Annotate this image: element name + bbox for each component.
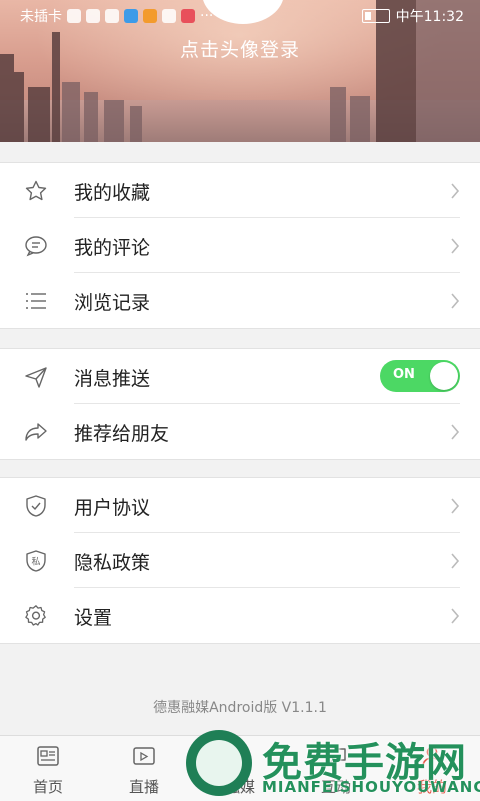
menu-item-label: 我的评论 bbox=[74, 237, 151, 259]
menu-item-privacy[interactable]: 私 隐私政策 bbox=[0, 533, 480, 588]
chevron-right-icon bbox=[451, 424, 460, 440]
toggle-state-label: ON bbox=[393, 367, 415, 382]
skyline-building bbox=[84, 92, 98, 142]
skyline-building bbox=[14, 72, 24, 142]
chevron-right-icon bbox=[451, 293, 460, 309]
app-version: 德惠融媒Android版 V1.1.1 bbox=[153, 700, 327, 716]
shield-check-icon bbox=[26, 495, 46, 517]
menu-item-label: 推荐给朋友 bbox=[74, 423, 170, 445]
tab-home[interactable]: 首页 bbox=[0, 736, 96, 801]
menu-item-comments[interactable]: 我的评论 bbox=[0, 218, 480, 273]
tab-label: 直播 bbox=[128, 778, 159, 796]
menu-item-label: 浏览记录 bbox=[74, 292, 151, 314]
menu-item-settings[interactable]: 设置 bbox=[0, 588, 480, 643]
tab-live[interactable]: 直播 bbox=[96, 736, 192, 801]
menu-item-push: 消息推送 ON bbox=[0, 349, 480, 404]
browser-notification-icon bbox=[124, 9, 138, 23]
app-notification-icon bbox=[105, 9, 119, 23]
push-toggle[interactable]: ON bbox=[380, 360, 460, 392]
more-notifications: ··· bbox=[200, 8, 214, 24]
toggle-knob bbox=[430, 362, 458, 390]
skyline-building bbox=[350, 96, 370, 142]
menu-item-favorites[interactable]: 我的收藏 bbox=[0, 163, 480, 218]
clock: 中午11:32 bbox=[395, 9, 464, 25]
skyline-building bbox=[130, 106, 142, 142]
calendar-notification-icon bbox=[181, 9, 195, 23]
video-icon bbox=[133, 747, 155, 765]
comment-icon bbox=[25, 236, 47, 257]
send-icon bbox=[25, 367, 47, 388]
watermark-subtitle: MIANFEISHOUYOUWANG bbox=[262, 778, 480, 796]
battery-icon bbox=[361, 9, 390, 23]
menu-item-history[interactable]: 浏览记录 bbox=[0, 273, 480, 328]
privacy-shield-icon: 私 bbox=[26, 550, 46, 572]
wifi-icon bbox=[86, 9, 100, 23]
skyline-building bbox=[0, 54, 14, 142]
menu-item-user-agreement[interactable]: 用户协议 bbox=[0, 478, 480, 533]
star-icon bbox=[25, 180, 47, 201]
chevron-right-icon bbox=[451, 238, 460, 254]
menu-item-label: 设置 bbox=[74, 607, 113, 629]
menu-group-settings: 用户协议 私 隐私政策 设置 bbox=[0, 477, 480, 644]
chevron-right-icon bbox=[451, 183, 460, 199]
profile-header-banner: 点击头像登录 未插卡 ··· 中午11:32 bbox=[0, 0, 480, 142]
login-prompt[interactable]: 点击头像登录 bbox=[0, 35, 480, 62]
chevron-right-icon bbox=[451, 498, 460, 514]
skyline-building bbox=[104, 100, 124, 142]
carrier-label: 未插卡 bbox=[20, 9, 62, 25]
chevron-right-icon bbox=[451, 608, 460, 624]
menu-item-label: 隐私政策 bbox=[74, 552, 151, 574]
chevron-right-icon bbox=[451, 553, 460, 569]
video-notification-icon bbox=[143, 9, 157, 23]
watermark-logo-inner bbox=[196, 740, 242, 786]
menu-group-notifications: 消息推送 ON 推荐给朋友 bbox=[0, 348, 480, 460]
menu-item-label: 消息推送 bbox=[74, 368, 151, 390]
skyline-building bbox=[28, 87, 50, 142]
share-icon bbox=[25, 423, 47, 441]
skyline-building bbox=[62, 82, 80, 142]
menu-item-label: 用户协议 bbox=[74, 497, 151, 519]
menu-item-share[interactable]: 推荐给朋友 bbox=[0, 404, 480, 459]
tab-label: 首页 bbox=[32, 778, 63, 796]
watermark-overlay: 免费手游网 MIANFEISHOUYOUWANG bbox=[186, 728, 480, 800]
download-icon bbox=[162, 9, 176, 23]
sim-icon bbox=[67, 9, 81, 23]
skyline-building bbox=[330, 87, 346, 142]
watermark-logo bbox=[186, 730, 252, 796]
list-icon bbox=[26, 293, 46, 309]
privacy-icon-text: 私 bbox=[31, 557, 40, 568]
gear-icon bbox=[25, 605, 46, 626]
status-bar: 未插卡 ··· 中午11:32 bbox=[0, 0, 480, 32]
menu-item-label: 我的收藏 bbox=[74, 182, 151, 204]
menu-group-content: 我的收藏 我的评论 浏览记录 bbox=[0, 162, 480, 329]
news-icon bbox=[37, 746, 59, 766]
